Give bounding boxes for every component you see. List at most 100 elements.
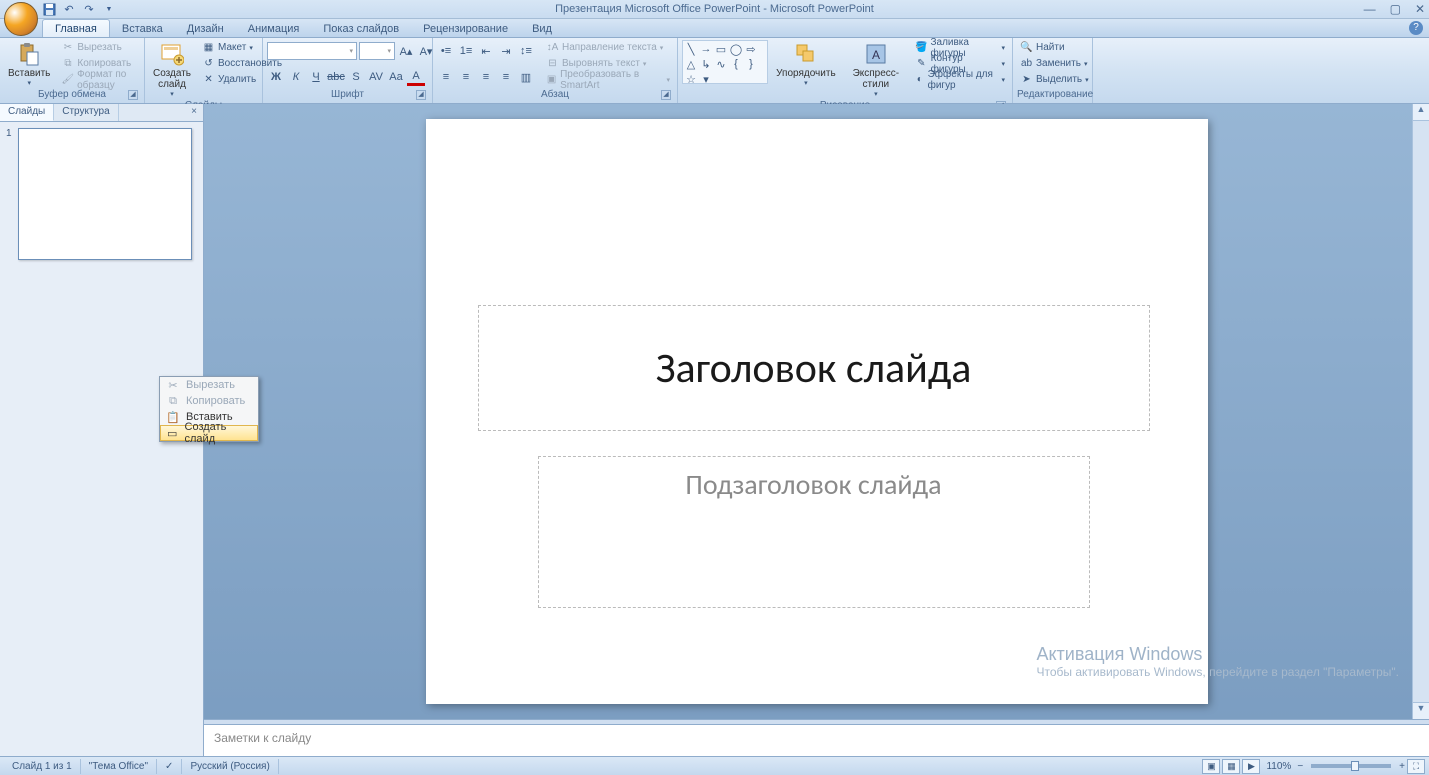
scroll-down-button[interactable]: ▼: [1413, 702, 1429, 719]
status-bar: Слайд 1 из 1 "Тема Office" ✓ Русский (Ро…: [0, 756, 1429, 775]
shape-conn-icon[interactable]: ↳: [700, 58, 712, 70]
dec-indent-button[interactable]: ⇤: [477, 42, 495, 60]
notes-pane[interactable]: Заметки к слайду: [204, 724, 1429, 756]
view-sorter-button[interactable]: ▦: [1222, 759, 1240, 774]
save-icon[interactable]: [42, 2, 56, 16]
new-slide-button[interactable]: Создать слайд ▾: [149, 40, 195, 100]
align-right-button[interactable]: ≡: [477, 68, 495, 86]
slide-thumbnail-1[interactable]: 1: [6, 128, 197, 260]
ctx-new-slide[interactable]: ▭Создать слайд: [160, 425, 258, 441]
cut-button[interactable]: ✂Вырезать: [58, 40, 140, 55]
char-spacing-button[interactable]: AV: [367, 68, 385, 86]
tab-view[interactable]: Вид: [520, 20, 564, 37]
font-size-select[interactable]: ▾: [359, 42, 395, 60]
ctx-copy[interactable]: ⧉Копировать: [160, 393, 258, 409]
select-button[interactable]: ➤Выделить ▾: [1017, 72, 1092, 87]
maximize-button[interactable]: ▢: [1390, 2, 1401, 16]
panel-tab-outline[interactable]: Структура: [54, 104, 118, 121]
subtitle-placeholder[interactable]: Подзаголовок слайда: [538, 456, 1090, 608]
panel-close-button[interactable]: ×: [185, 104, 203, 121]
find-button[interactable]: 🔍Найти: [1017, 40, 1092, 55]
italic-button[interactable]: К: [287, 68, 305, 86]
vertical-scrollbar[interactable]: ▲ ▼: [1412, 104, 1429, 719]
arrange-button[interactable]: Упорядочить▾: [772, 40, 840, 89]
shape-brace-icon[interactable]: {: [730, 58, 742, 70]
shape-effects-button[interactable]: ◐Эффекты для фигур ▾: [912, 72, 1008, 87]
status-spellcheck[interactable]: ✓: [157, 759, 182, 774]
tab-insert[interactable]: Вставка: [110, 20, 175, 37]
shape-ellipse-icon[interactable]: ◯: [730, 43, 742, 55]
zoom-slider[interactable]: [1311, 764, 1391, 768]
tab-slideshow[interactable]: Показ слайдов: [311, 20, 411, 37]
thumbnail-preview[interactable]: [18, 128, 192, 260]
tab-review[interactable]: Рецензирование: [411, 20, 520, 37]
underline-button[interactable]: Ч: [307, 68, 325, 86]
close-button[interactable]: ✕: [1415, 2, 1425, 16]
quick-styles-icon: A: [864, 42, 888, 66]
undo-icon[interactable]: ↶: [62, 2, 76, 16]
paste-button[interactable]: Вставить ▾: [4, 40, 54, 89]
shape-arrowblock-icon[interactable]: ⇨: [745, 43, 757, 55]
replace-button[interactable]: abЗаменить ▾: [1017, 56, 1092, 71]
title-bar: ↶ ↷ ▼ Презентация Microsoft Office Power…: [0, 0, 1429, 19]
align-center-button[interactable]: ≡: [457, 68, 475, 86]
status-language[interactable]: Русский (Россия): [182, 759, 278, 774]
shape-more-icon[interactable]: ▾: [700, 73, 712, 85]
shapes-gallery[interactable]: ╲ → ▭ ◯ ⇨ △ ↳ ∿ { } ☆ ▾: [682, 40, 768, 84]
format-painter-button[interactable]: 🖌Формат по образцу: [58, 72, 140, 87]
zoom-in-button[interactable]: +: [1399, 761, 1405, 772]
change-case-button[interactable]: Aa: [387, 68, 405, 86]
shape-curve-icon[interactable]: ∿: [715, 58, 727, 70]
shadow-button[interactable]: S: [347, 68, 365, 86]
shape-star-icon[interactable]: ☆: [685, 73, 697, 85]
group-label-editing: Редактирование: [1017, 89, 1088, 103]
line-spacing-button[interactable]: ↕≡: [517, 42, 535, 60]
font-family-select[interactable]: ▾: [267, 42, 357, 60]
help-button[interactable]: ?: [1409, 21, 1423, 35]
justify-button[interactable]: ≡: [497, 68, 515, 86]
tab-animation[interactable]: Анимация: [236, 20, 312, 37]
ctx-cut[interactable]: ✂Вырезать: [160, 377, 258, 393]
slide-canvas[interactable]: Заголовок слайда Подзаголовок слайда: [426, 119, 1208, 704]
shape-rect-icon[interactable]: ▭: [715, 43, 727, 55]
title-placeholder[interactable]: Заголовок слайда: [478, 305, 1150, 431]
zoom-level[interactable]: 110%: [1262, 761, 1295, 772]
text-direction-button[interactable]: ↕AНаправление текста ▾: [543, 40, 673, 55]
bold-button[interactable]: Ж: [267, 68, 285, 86]
reset-icon: ↺: [202, 57, 215, 70]
view-normal-button[interactable]: ▣: [1202, 759, 1220, 774]
shape-brace2-icon[interactable]: }: [745, 58, 757, 70]
svg-text:A: A: [872, 48, 880, 62]
qat-dropdown-icon[interactable]: ▼: [102, 2, 116, 16]
align-text-icon: ⊟: [546, 57, 559, 70]
tab-home[interactable]: Главная: [42, 19, 110, 37]
clipboard-launcher[interactable]: ◢: [128, 90, 138, 100]
view-slideshow-button[interactable]: ▶: [1242, 759, 1260, 774]
shape-line-icon[interactable]: ╲: [685, 43, 697, 55]
scroll-up-button[interactable]: ▲: [1413, 104, 1429, 121]
fit-window-button[interactable]: ⛶: [1407, 759, 1425, 774]
numbering-button[interactable]: 1≡: [457, 42, 475, 60]
outline-icon: ✎: [915, 57, 928, 70]
window-title: Презентация Microsoft Office PowerPoint …: [555, 3, 874, 15]
panel-tab-slides[interactable]: Слайды: [0, 104, 54, 121]
align-left-button[interactable]: ≡: [437, 68, 455, 86]
zoom-out-button[interactable]: −: [1297, 761, 1303, 772]
minimize-button[interactable]: —: [1364, 2, 1376, 16]
redo-icon[interactable]: ↷: [82, 2, 96, 16]
inc-indent-button[interactable]: ⇥: [497, 42, 515, 60]
font-launcher[interactable]: ◢: [416, 90, 426, 100]
tab-design[interactable]: Дизайн: [175, 20, 236, 37]
quick-styles-button[interactable]: A Экспресс-стили▾: [844, 40, 908, 100]
shape-arrow-icon[interactable]: →: [700, 43, 712, 55]
strike-button[interactable]: abc: [327, 68, 345, 86]
columns-button[interactable]: ▥: [517, 68, 535, 86]
para-launcher[interactable]: ◢: [661, 90, 671, 100]
font-color-button[interactable]: A: [407, 68, 425, 86]
shape-tri-icon[interactable]: △: [685, 58, 697, 70]
office-button[interactable]: [4, 2, 38, 36]
convert-smartart-button[interactable]: ▣Преобразовать в SmartArt ▾: [543, 72, 673, 87]
grow-font-button[interactable]: A▴: [397, 42, 415, 60]
slide-editor[interactable]: Заголовок слайда Подзаголовок слайда Акт…: [204, 104, 1429, 719]
bullets-button[interactable]: •≡: [437, 42, 455, 60]
